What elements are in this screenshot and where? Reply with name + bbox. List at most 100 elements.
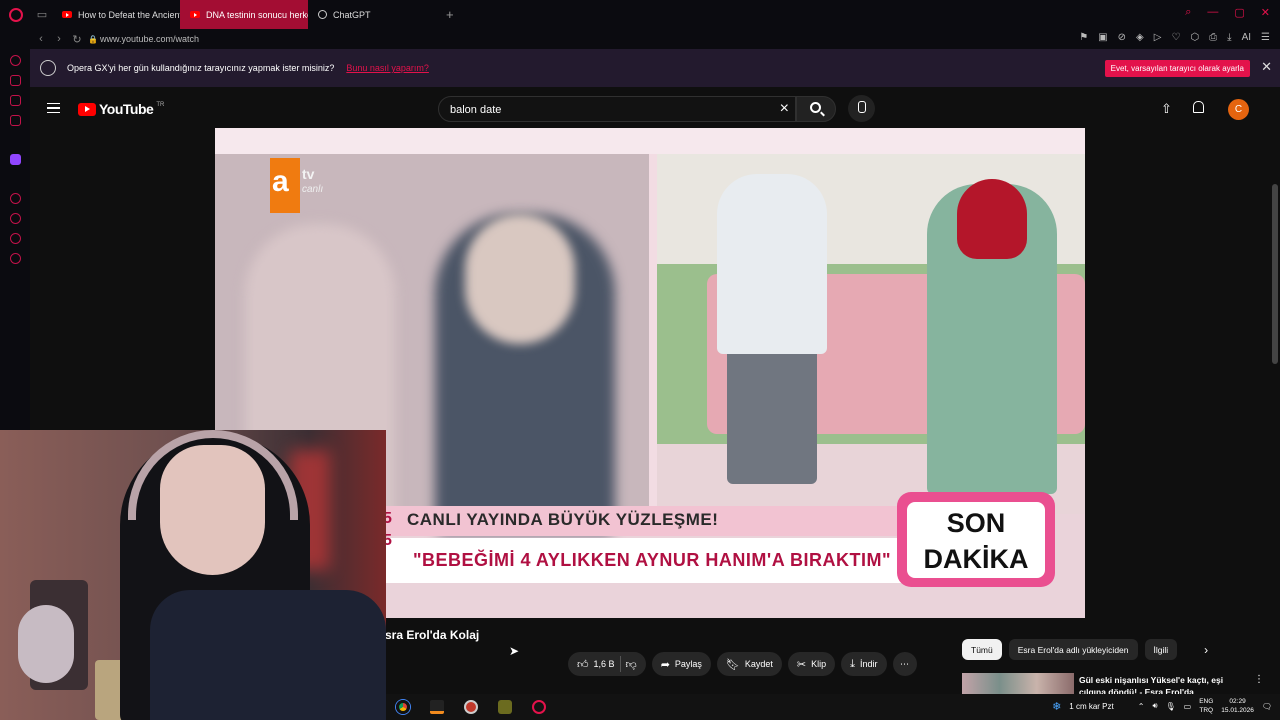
voice-search-icon[interactable] xyxy=(848,95,875,122)
chip-uploader[interactable]: Esra Erol'da adlı yükleyiciden xyxy=(1008,639,1138,660)
tv-icon[interactable] xyxy=(9,115,21,126)
thumbs-down-icon[interactable]: 👎︎ xyxy=(626,658,637,671)
save-button[interactable]: 🔖︎ Kaydet xyxy=(716,652,782,676)
more-vert-icon[interactable]: ⋮ xyxy=(1254,674,1264,685)
download-icon: ⤓ xyxy=(850,657,856,670)
easy-setup-icon[interactable]: ☰ xyxy=(1261,32,1270,43)
tab-chatgpt[interactable]: ChatGPT xyxy=(308,0,436,29)
reload-icon[interactable]: ↻ xyxy=(68,33,86,46)
microphone xyxy=(18,605,74,683)
volume-icon[interactable]: 🔊︎ xyxy=(1152,701,1157,711)
tab-label: How to Defeat the Ancient xyxy=(78,9,180,20)
download-icon[interactable]: ⤓ xyxy=(1227,32,1231,43)
search-input[interactable]: balon date × xyxy=(438,96,796,122)
close-window-icon[interactable]: ✕ xyxy=(1261,6,1270,19)
minimize-icon[interactable]: — xyxy=(1207,6,1218,19)
default-browser-prompt: Opera GX'yi her gün kullandığınız tarayı… xyxy=(30,49,1280,87)
search-icon xyxy=(810,102,821,113)
settings-icon[interactable] xyxy=(9,253,21,264)
youtube-logo[interactable]: YouTube TR xyxy=(78,101,164,117)
app-icon xyxy=(464,700,478,714)
download-button[interactable]: ⤓ İndir xyxy=(841,652,887,676)
messenger-icon[interactable] xyxy=(9,95,21,106)
menu-icon[interactable] xyxy=(47,103,60,113)
clear-search-icon[interactable]: × xyxy=(780,100,789,118)
maximize-icon[interactable]: ▢ xyxy=(1234,6,1244,19)
page-scrollbar[interactable] xyxy=(1272,184,1278,364)
son-dakika-badge: SON DAKİKA xyxy=(897,492,1055,587)
language-indicator[interactable]: ENG TRQ xyxy=(1199,697,1213,715)
twitch-icon[interactable] xyxy=(9,154,21,165)
window-controls: ⌕ — ▢ ✕ xyxy=(1185,6,1270,19)
share-button[interactable]: ➦ Paylaş xyxy=(651,652,711,676)
search-value: balon date xyxy=(450,104,502,116)
atv-logo-sub: canlı xyxy=(302,184,324,195)
app-2[interactable] xyxy=(420,694,454,720)
extensions-icon[interactable]: ⬡ xyxy=(1190,32,1199,43)
player-icon[interactable] xyxy=(9,193,21,204)
banner-quote: "BEBEĞİMİ 4 AYLIKKEN AYNUR HANIM'A BIRAK… xyxy=(385,538,905,583)
gx-control-icon[interactable] xyxy=(9,55,21,66)
like-button[interactable]: 👍︎ 1,6 B 👎︎ xyxy=(568,652,646,676)
webcam-overlay xyxy=(0,430,386,720)
mic-icon[interactable]: 🎙︎ xyxy=(1165,702,1175,711)
opera-gx-app[interactable] xyxy=(522,694,556,720)
lock-icon: 🔒 xyxy=(88,34,98,44)
adblock-icon[interactable]: ⊘ xyxy=(1118,32,1126,43)
url-field[interactable]: www.youtube.com/watch xyxy=(100,34,199,44)
heart-icon[interactable]: ♡ xyxy=(1171,32,1180,43)
screen: ▭ How to Defeat the Ancient DNA testinin… xyxy=(0,0,1280,720)
weather-text[interactable]: 1 cm kar Pzt xyxy=(1069,702,1113,711)
network-icon[interactable]: ▭ xyxy=(1184,702,1192,711)
upload-icon[interactable]: ⇧ xyxy=(1161,101,1172,117)
chatgpt-icon xyxy=(318,10,327,19)
chevron-up-icon[interactable]: ⌃ xyxy=(1138,702,1145,711)
youtube-icon xyxy=(62,11,72,18)
chip-all[interactable]: Tümü xyxy=(962,639,1002,660)
app-4[interactable] xyxy=(488,694,522,720)
forward-icon[interactable]: › xyxy=(50,33,68,45)
opera-info-icon xyxy=(40,60,56,76)
new-tab-icon[interactable]: + xyxy=(446,7,454,22)
how-to-link[interactable]: Bunu nasıl yaparım? xyxy=(346,63,429,73)
tab-dna-test[interactable]: DNA testinin sonucu herkes xyxy=(180,0,308,29)
clip-button[interactable]: ✂ Klip xyxy=(787,652,836,676)
banner-headline: CANLI YAYINDA BÜYÜK YÜZLEŞME! xyxy=(385,506,905,536)
chrome-app[interactable] xyxy=(386,694,420,720)
wallet-icon[interactable]: ⎙ xyxy=(1209,32,1217,43)
ai-icon[interactable] xyxy=(9,233,21,244)
set-default-button[interactable]: Evet, varsayılan tarayıcı olarak ayarla xyxy=(1104,60,1250,77)
app-icon xyxy=(498,700,512,714)
streamer-body xyxy=(150,590,386,720)
chevron-right-icon[interactable]: › xyxy=(1204,643,1208,657)
address-bar: ‹ › ↻ 🔒 www.youtube.com/watch ⚑ ▣ ⊘ ◈ ▷ … xyxy=(0,29,1280,49)
bookmark-icon: 🔖︎ xyxy=(725,658,740,671)
scissors-icon: ✂ xyxy=(796,658,807,671)
app-3[interactable] xyxy=(454,694,488,720)
app-icon xyxy=(430,700,444,714)
search-button[interactable] xyxy=(796,96,836,122)
more-actions-button[interactable]: ⋯ xyxy=(892,652,917,676)
search-tabs-icon[interactable]: ⌕ xyxy=(1185,6,1191,19)
thumbs-up-icon: 👍︎ xyxy=(577,658,589,671)
notifications-bell-icon[interactable] xyxy=(1193,101,1204,113)
close-icon[interactable]: ✕ xyxy=(1261,59,1272,75)
opera-menu-icon[interactable] xyxy=(0,0,32,29)
shield-icon[interactable]: ◈ xyxy=(1136,32,1144,43)
player-icon[interactable]: ▷ xyxy=(1154,32,1162,43)
chrome-icon xyxy=(396,700,410,714)
aria-ai-icon[interactable]: AI xyxy=(1242,32,1251,43)
bookmark-icon[interactable]: ⚑ xyxy=(1079,32,1088,43)
chip-related[interactable]: İlgili xyxy=(1144,639,1178,660)
back-icon[interactable]: ‹ xyxy=(32,33,50,45)
gx-corner-icon[interactable] xyxy=(9,75,21,86)
notification-center-icon[interactable]: 🗨︎ xyxy=(1262,702,1272,711)
tab-youtube-ancient[interactable]: How to Defeat the Ancient xyxy=(52,0,180,29)
like-count: 1,6 B xyxy=(593,659,615,669)
avatar[interactable]: C xyxy=(1228,99,1249,120)
history-icon[interactable] xyxy=(9,213,21,224)
clip-label: Klip xyxy=(811,659,827,669)
clock[interactable]: 02:29 15.01.2026 xyxy=(1221,697,1254,715)
snapshot-icon[interactable]: ▣ xyxy=(1098,32,1107,43)
tab-overview-icon[interactable]: ▭ xyxy=(32,8,52,21)
